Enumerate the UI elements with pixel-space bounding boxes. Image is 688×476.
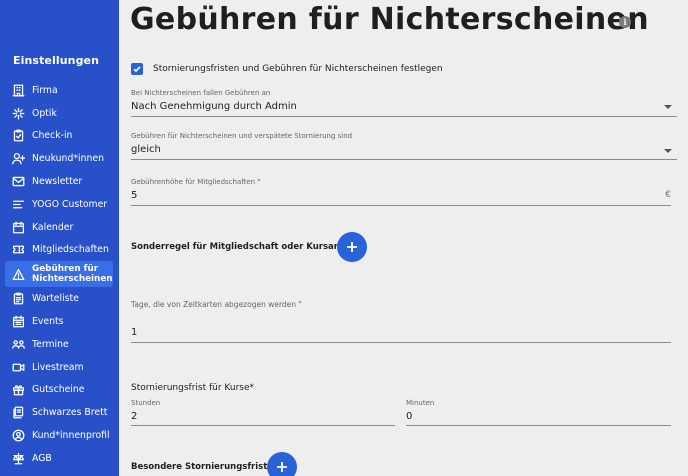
building-icon	[11, 83, 25, 97]
sidebar-item-label: Gutscheine	[32, 384, 85, 396]
cancel-deadline-title: Stornierungsfrist für Kurse*	[131, 383, 255, 393]
fee-trigger-value: Nach Genehmigung durch Admin	[131, 101, 297, 112]
sidebar-item-kalender[interactable]: Kalender	[0, 216, 119, 239]
sidebar-item-label: Warteliste	[32, 293, 79, 305]
clipboard-check-icon	[11, 129, 25, 143]
sidebar-item-kundenprofil[interactable]: Kund*innenprofil	[0, 424, 119, 447]
scale-icon	[11, 451, 25, 465]
days-deducted-value: 1	[131, 327, 138, 338]
add-special-deadline-button[interactable]	[267, 452, 297, 476]
minutes-label: Minuten	[406, 399, 435, 407]
sidebar-item-yogo-customer[interactable]: YOGO Customer	[0, 193, 119, 216]
hours-input[interactable]: Stunden 2	[131, 399, 395, 426]
enable-fees-label: Stornierungsfristen und Gebühren für Nic…	[153, 64, 443, 74]
chevron-down-icon	[664, 149, 672, 153]
minutes-value: 0	[406, 411, 413, 422]
fee-trigger-select[interactable]: Bei Nichterscheinen fallen Gebühren an N…	[131, 89, 677, 117]
sidebar-item-label: Mitgliedschaften	[32, 244, 109, 256]
currency-unit: €	[665, 190, 671, 200]
sidebar-item-check-in[interactable]: Check-in	[0, 125, 119, 148]
sidebar-item-label: Kund*innenprofil	[32, 430, 110, 442]
fee-amount-label: Gebührenhöhe für Mitgliedschaften	[131, 178, 256, 186]
sidebar-item-livestream[interactable]: Livestream	[0, 356, 119, 379]
calendar-list-icon	[11, 315, 25, 329]
sidebar-item-neukunden[interactable]: Neukund*innen	[0, 147, 119, 170]
sidebar-item-label: Optik	[32, 107, 57, 119]
sidebar-item-label: Livestream	[32, 361, 84, 373]
sidebar-item-label: Kalender	[32, 221, 74, 233]
special-deadline-title: Besondere Stornierungsfrist	[131, 462, 268, 472]
sidebar-item-label: YOGO Customer	[32, 198, 108, 210]
sidebar-nav: Firma Optik Check-in Neukund*innen Newsl…	[0, 79, 119, 470]
fee-amount-input[interactable]: Gebührenhöhe für Mitgliedschaften * 5 €	[131, 178, 671, 206]
sidebar-item-termine[interactable]: Termine	[0, 333, 119, 356]
chevron-down-icon	[664, 105, 672, 109]
warning-icon	[11, 267, 25, 281]
days-deducted-label: Tage, die von Zeitkarten abgezogen werde…	[131, 300, 297, 309]
minutes-input[interactable]: Minuten 0	[406, 399, 671, 426]
required-marker: *	[298, 300, 302, 307]
fee-compare-label: Gebühren für Nichterscheinen und verspät…	[131, 132, 353, 140]
days-deducted-input[interactable]: Tage, die von Zeitkarten abgezogen werde…	[131, 300, 671, 344]
hours-label: Stunden	[131, 399, 161, 407]
sidebar-item-firma[interactable]: Firma	[0, 79, 119, 102]
special-rule-title: Sonderregel für Mitgliedschaft oder Kurs…	[131, 242, 343, 252]
add-special-rule-button[interactable]	[337, 232, 367, 262]
gift-icon	[11, 383, 25, 397]
sidebar-item-mitgliedschaften[interactable]: Mitgliedschaften	[0, 239, 119, 262]
sidebar-item-warteliste[interactable]: Warteliste	[0, 287, 119, 310]
sidebar-item-gutscheine[interactable]: Gutscheine	[0, 379, 119, 402]
info-icon[interactable]: i	[619, 16, 631, 28]
main-content: Gebühren für Nichterscheinen i Stornieru…	[119, 0, 688, 476]
user-circle-icon	[11, 429, 25, 443]
sidebar-title: Einstellungen	[13, 54, 100, 67]
plus-icon	[347, 242, 357, 252]
sidebar-item-optik[interactable]: Optik	[0, 102, 119, 125]
board-icon	[11, 406, 25, 420]
sidebar-item-schwarzes-brett[interactable]: Schwarzes Brett	[0, 401, 119, 424]
sidebar-item-label: Firma	[32, 84, 58, 96]
sidebar-item-events[interactable]: Events	[0, 310, 119, 333]
sidebar-item-agb[interactable]: AGB	[0, 447, 119, 470]
sidebar-item-label: Events	[32, 316, 64, 328]
sidebar-item-gebuehren[interactable]: Gebühren für Nichterscheinen	[5, 261, 113, 288]
user-plus-icon	[11, 152, 25, 166]
sidebar-item-label: Newsletter	[32, 176, 83, 188]
page-title: Gebühren für Nichterscheinen	[130, 2, 649, 37]
fee-compare-value: gleich	[131, 144, 161, 155]
sidebar-item-newsletter[interactable]: Newsletter	[0, 170, 119, 193]
hours-value: 2	[131, 411, 138, 422]
sparkle-icon	[11, 106, 25, 120]
plus-icon	[277, 462, 287, 472]
sidebar-item-label: AGB	[32, 452, 52, 464]
checkmark-icon	[133, 66, 141, 73]
ticket-icon	[11, 243, 25, 257]
lines-icon	[11, 197, 25, 211]
mail-icon	[11, 175, 25, 189]
sidebar-item-label: Neukund*innen	[32, 153, 104, 165]
fee-trigger-label: Bei Nichterscheinen fallen Gebühren an	[131, 89, 271, 97]
enable-fees-checkbox[interactable]	[131, 63, 143, 75]
calendar-icon	[11, 220, 25, 234]
sidebar-item-label: Gebühren für Nichterscheinen	[32, 264, 113, 285]
video-icon	[11, 360, 25, 374]
users-icon	[11, 337, 25, 351]
sidebar-item-label: Schwarzes Brett	[32, 407, 108, 419]
sidebar-item-label: Check-in	[32, 130, 73, 142]
required-marker: *	[257, 178, 261, 185]
clipboard-list-icon	[11, 292, 25, 306]
sidebar-item-label: Termine	[32, 338, 69, 350]
sidebar: Einstellungen Firma Optik Check-in Neuku…	[0, 0, 119, 476]
fee-amount-value: 5	[131, 190, 138, 201]
fee-compare-select[interactable]: Gebühren für Nichterscheinen und verspät…	[131, 132, 677, 160]
